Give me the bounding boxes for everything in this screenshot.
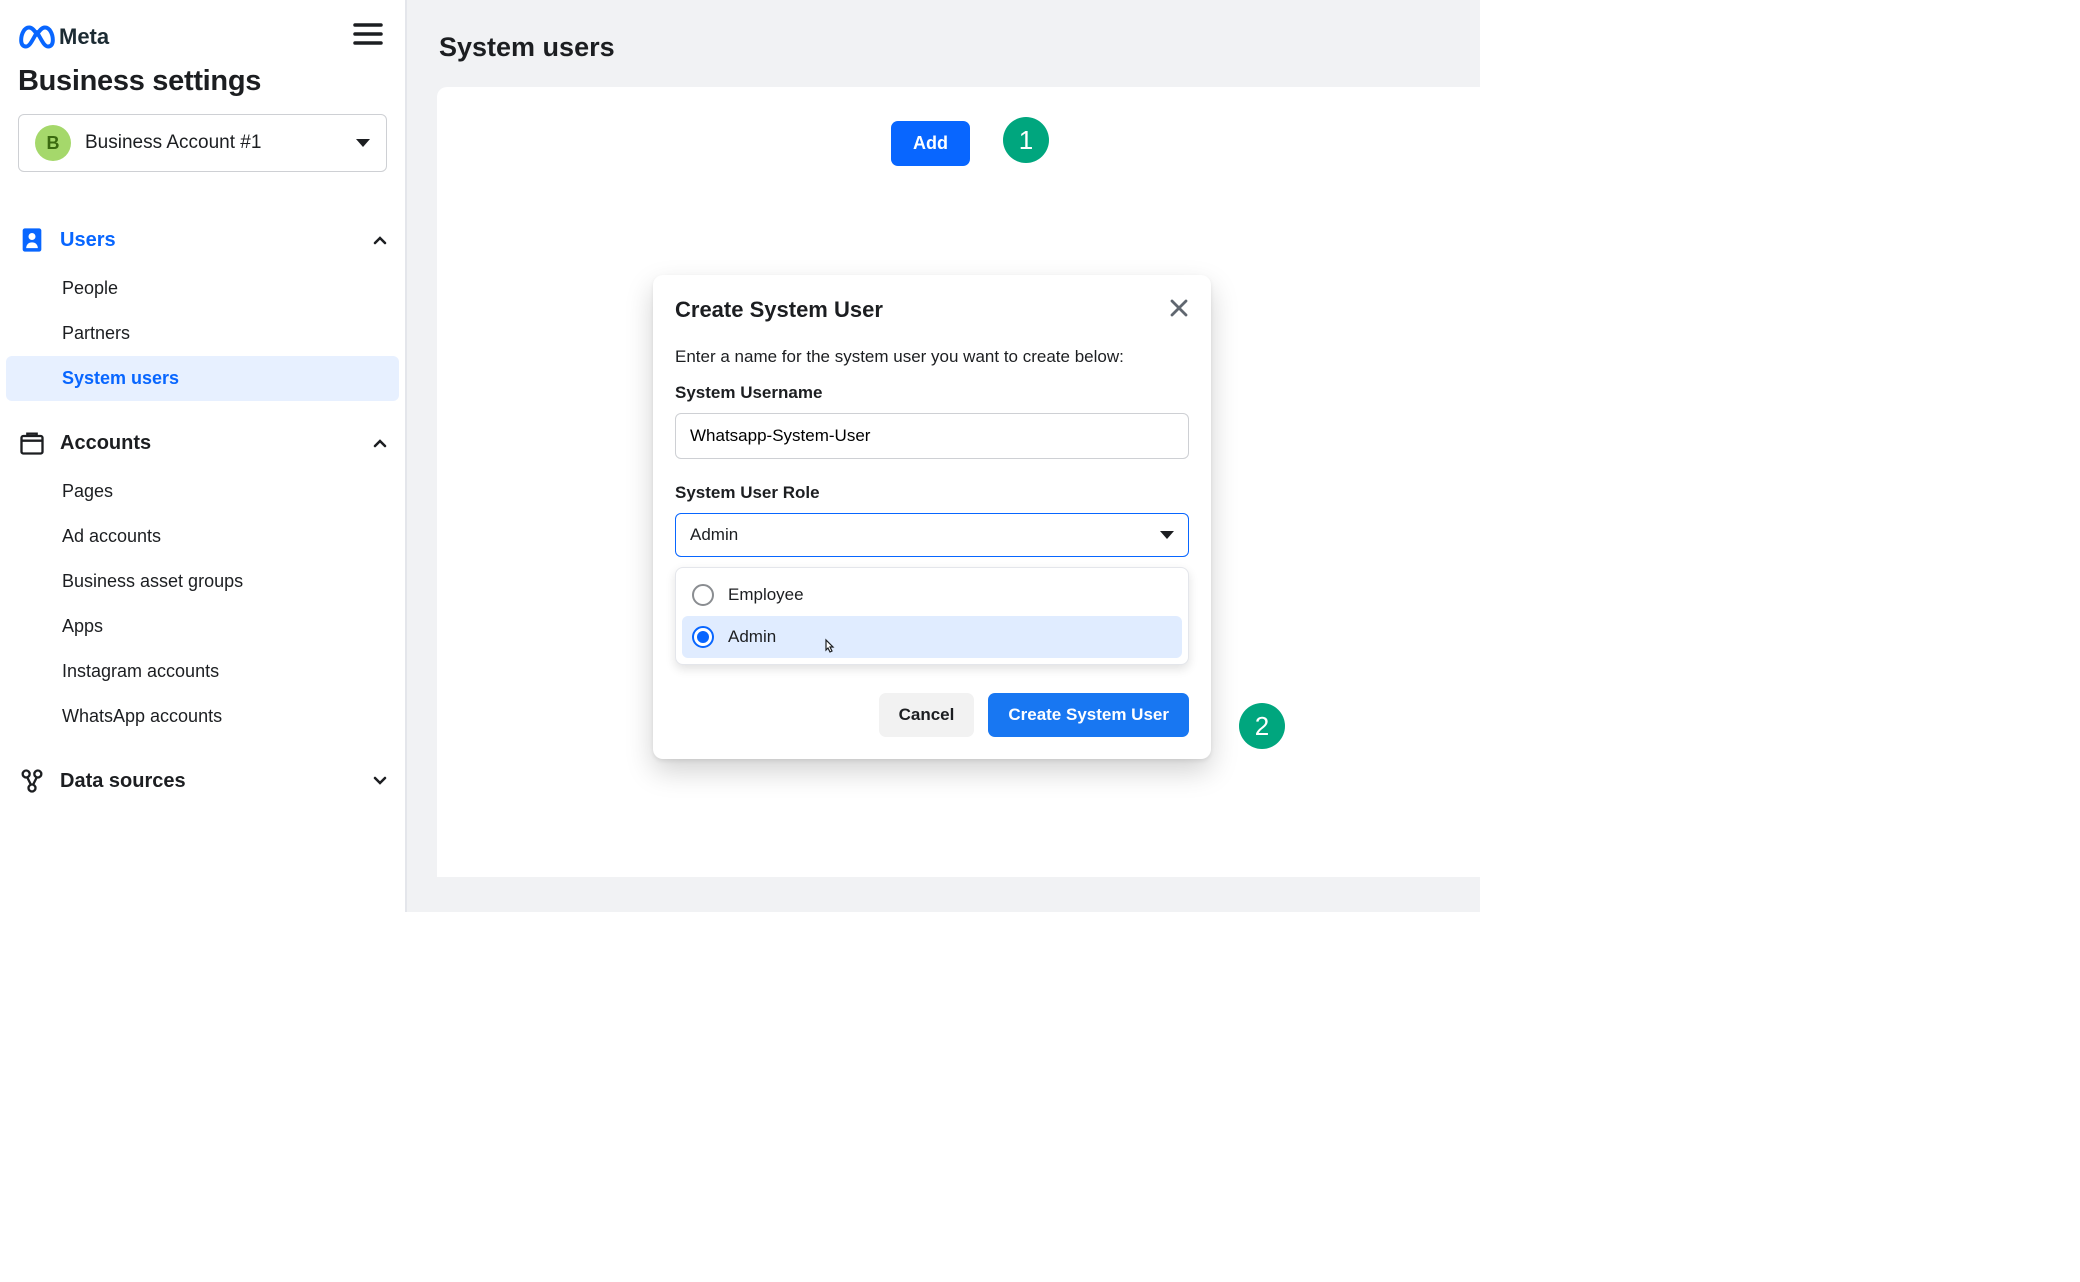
radio-icon xyxy=(692,626,714,648)
role-options-dropdown: Employee Admin xyxy=(675,567,1189,665)
hamburger-icon xyxy=(353,22,383,46)
role-option-admin[interactable]: Admin xyxy=(682,616,1182,658)
data-sources-icon xyxy=(18,767,46,795)
system-user-role-select[interactable]: Admin xyxy=(675,513,1189,557)
dialog-title: Create System User xyxy=(675,297,883,323)
dialog-header: Create System User xyxy=(675,297,1189,323)
account-label: Business Account #1 xyxy=(85,132,342,154)
nav-header-label: Accounts xyxy=(60,432,359,455)
username-label: System Username xyxy=(675,383,1189,403)
nav-item-ad-accounts[interactable]: Ad accounts xyxy=(0,514,405,559)
content-panel: Add 1 2 Create System User Enter a name … xyxy=(437,87,1480,877)
dialog-instruction: Enter a name for the system user you wan… xyxy=(675,347,1189,367)
callout-badge-1: 1 xyxy=(1003,117,1049,163)
meta-logo-icon xyxy=(18,24,56,50)
option-label: Employee xyxy=(728,585,804,605)
main-content: System users Add 1 2 Create System User … xyxy=(405,0,1480,912)
caret-down-icon xyxy=(356,139,370,147)
add-button[interactable]: Add xyxy=(891,121,970,166)
close-icon xyxy=(1169,298,1189,318)
hamburger-menu-button[interactable] xyxy=(349,18,387,55)
nav-item-partners[interactable]: Partners xyxy=(0,311,405,356)
page-title: System users xyxy=(407,0,1480,87)
cancel-button[interactable]: Cancel xyxy=(879,693,975,737)
nav-header-users[interactable]: Users xyxy=(18,220,387,260)
nav-group-data-sources: Data sources xyxy=(18,761,387,801)
chevron-up-icon xyxy=(373,233,387,247)
sidebar-title: Business settings xyxy=(18,65,387,98)
nav-group-users: Users People Partners System users xyxy=(18,220,387,401)
radio-icon xyxy=(692,584,714,606)
meta-logo: Meta xyxy=(18,24,109,50)
nav-items-users: People Partners System users xyxy=(0,266,405,401)
nav-item-people[interactable]: People xyxy=(0,266,405,311)
nav-item-instagram-accounts[interactable]: Instagram accounts xyxy=(0,649,405,694)
nav-item-pages[interactable]: Pages xyxy=(0,469,405,514)
create-system-user-dialog: Create System User Enter a name for the … xyxy=(653,275,1211,759)
brand-name: Meta xyxy=(59,24,109,50)
users-icon xyxy=(18,226,46,254)
nav-header-label: Users xyxy=(60,229,359,252)
nav-item-business-asset-groups[interactable]: Business asset groups xyxy=(0,559,405,604)
accounts-icon xyxy=(18,429,46,457)
sidebar-header: Meta xyxy=(18,18,387,55)
system-username-input[interactable] xyxy=(675,413,1189,459)
dialog-actions: Cancel Create System User xyxy=(675,693,1189,737)
nav-header-label: Data sources xyxy=(60,770,359,793)
nav-item-whatsapp-accounts[interactable]: WhatsApp accounts xyxy=(0,694,405,739)
chevron-up-icon xyxy=(373,436,387,450)
dialog-close-button[interactable] xyxy=(1169,298,1189,323)
sidebar: Meta Business settings B Business Accoun… xyxy=(0,0,405,912)
role-option-employee[interactable]: Employee xyxy=(682,574,1182,616)
option-label: Admin xyxy=(728,627,776,647)
create-system-user-button[interactable]: Create System User xyxy=(988,693,1189,737)
nav-group-accounts: Accounts Pages Ad accounts Business asse… xyxy=(18,423,387,739)
nav-item-system-users[interactable]: System users xyxy=(6,356,399,401)
role-label: System User Role xyxy=(675,483,1189,503)
caret-down-icon xyxy=(1160,531,1174,539)
cursor-pointer-icon xyxy=(820,638,838,665)
nav-item-apps[interactable]: Apps xyxy=(0,604,405,649)
nav-header-data-sources[interactable]: Data sources xyxy=(18,761,387,801)
role-select-value: Admin xyxy=(690,525,738,545)
account-avatar: B xyxy=(35,125,71,161)
nav-header-accounts[interactable]: Accounts xyxy=(18,423,387,463)
callout-badge-2: 2 xyxy=(1239,703,1285,749)
chevron-down-icon xyxy=(373,774,387,788)
nav-items-accounts: Pages Ad accounts Business asset groups … xyxy=(0,469,405,739)
account-selector[interactable]: B Business Account #1 xyxy=(18,114,387,172)
